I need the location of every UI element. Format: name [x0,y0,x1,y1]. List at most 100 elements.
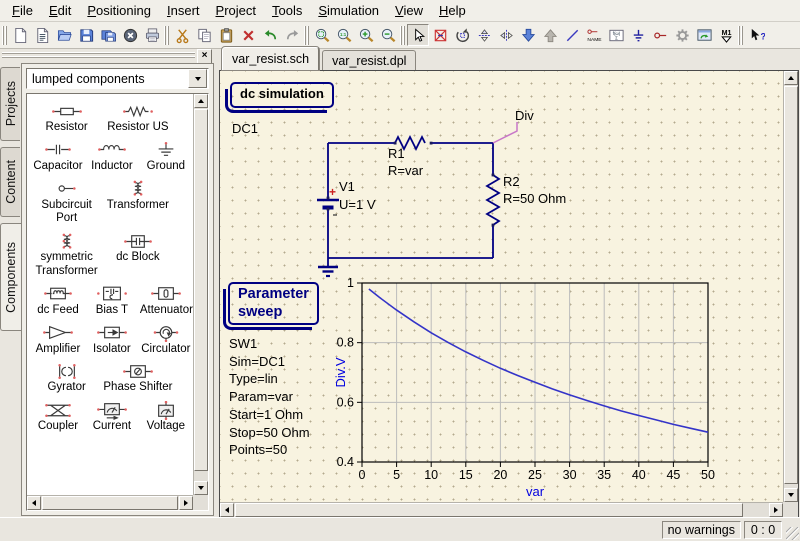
tab-projects[interactable]: Projects [0,67,20,141]
sweep-param-line[interactable]: SW1 [229,335,310,353]
component-resistor-us[interactable]: Resistor US [102,98,173,137]
component-phase-shifter[interactable]: Phase Shifter [102,358,173,397]
zoom-fit-button[interactable] [311,24,333,46]
palette-horizontal-scrollbar[interactable] [27,495,193,510]
component-subcircuit-port[interactable]: Subcircuit Port [31,176,102,229]
menu-edit[interactable]: Edit [41,1,79,20]
insert-wire-button[interactable] [561,24,583,46]
canvas-horizontal-scrollbar[interactable] [220,502,783,517]
menu-view[interactable]: View [387,1,431,20]
component-gyrator[interactable]: Gyrator [31,358,102,397]
sweep-param-line[interactable]: Start=1 Ohm [229,406,310,424]
r2-name-label[interactable]: R2 [503,174,520,189]
r2-value-label[interactable]: R=50 Ohm [503,191,566,206]
palette-vertical-scrollbar[interactable] [193,94,208,495]
sweep-param-line[interactable]: Points=50 [229,441,310,459]
new-text-file-button[interactable] [31,24,53,46]
zoom-out-button[interactable] [377,24,399,46]
zoom-1-1-button[interactable]: 1:1 [333,24,355,46]
component-isolator[interactable]: Isolator [85,320,139,359]
dock-close-button[interactable]: × [197,49,212,64]
menu-help[interactable]: Help [431,1,474,20]
new-file-button[interactable] [9,24,31,46]
rotate-button[interactable] [451,24,473,46]
set-marker-button[interactable]: M1 [715,24,737,46]
component-capacitor[interactable]: Capacitor [31,137,85,176]
select-button[interactable] [407,24,429,46]
scrollbar-thumb[interactable] [784,86,798,484]
component-symmetric-transformer[interactable]: symmetric Transformer [31,228,102,281]
go-into-subcircuit-button[interactable] [517,24,539,46]
tab-var-resist-sch[interactable]: var_resist.sch [222,47,319,70]
component-circulator[interactable]: Circulator [139,320,193,359]
component-ground[interactable]: Ground [139,137,193,176]
parameter-sweep-properties[interactable]: SW1Sim=DC1Type=linParam=varStart=1 OhmSt… [229,335,310,459]
menu-simulation[interactable]: Simulation [310,1,387,20]
copy-button[interactable] [193,24,215,46]
scroll-up-button[interactable] [194,94,208,108]
save-all-files-button[interactable] [97,24,119,46]
parameter-sweep-block[interactable]: Parameter sweep [228,282,319,325]
deactivate-button[interactable] [429,24,451,46]
menu-positioning[interactable]: Positioning [79,1,159,20]
cut-button[interactable] [171,24,193,46]
whats-this-help-button[interactable]: ? [745,24,767,46]
menu-project[interactable]: Project [208,1,264,20]
close-file-button[interactable] [119,24,141,46]
redo-button[interactable] [281,24,303,46]
node-label-div[interactable]: Div [515,108,534,123]
zoom-in-button[interactable] [355,24,377,46]
paste-button[interactable] [215,24,237,46]
save-file-button[interactable] [75,24,97,46]
resize-grip[interactable] [786,527,799,540]
scrollbar-thumb[interactable] [194,109,208,471]
combo-dropdown-button[interactable] [188,69,207,88]
component-attenuator[interactable]: Attenuator [139,281,193,320]
dock-drag-handle[interactable] [2,51,195,60]
mirror-x-button[interactable] [473,24,495,46]
undo-button[interactable] [259,24,281,46]
component-category-select[interactable]: lumped components [26,68,209,89]
insert-equation-button[interactable]: f(ω)Σ [605,24,627,46]
schematic-canvas[interactable]: dc simulation DC1 [220,71,783,502]
component-dc-feed[interactable]: dc Feed [31,281,85,320]
component-transformer[interactable]: Transformer [102,176,173,229]
tab-components[interactable]: Components [0,223,21,331]
open-file-button[interactable] [53,24,75,46]
scroll-left-button[interactable] [27,496,41,510]
toolbar-handle[interactable] [400,26,405,45]
v1-value-label[interactable]: U=1 V [339,197,376,212]
sweep-param-line[interactable]: Type=lin [229,370,310,388]
sweep-param-line[interactable]: Param=var [229,388,310,406]
component-current-meter[interactable]: Current [85,397,139,436]
pop-out-button[interactable] [539,24,561,46]
scroll-right-button[interactable] [769,503,783,517]
node-label-wire[interactable] [493,122,517,143]
scroll-left-button[interactable] [220,503,234,517]
component-dc-block[interactable]: dc Block [102,228,173,281]
scroll-down-button[interactable] [784,488,798,502]
scroll-up-button[interactable] [784,71,798,85]
tab-content[interactable]: Content [0,147,20,217]
sweep-param-line[interactable]: Sim=DC1 [229,353,310,371]
menu-insert[interactable]: Insert [159,1,208,20]
insert-port-button[interactable] [649,24,671,46]
component-amplifier[interactable]: Amplifier [31,320,85,359]
mirror-y-button[interactable] [495,24,517,46]
component-inductor[interactable]: Inductor [85,137,139,176]
canvas-vertical-scrollbar[interactable] [783,71,798,502]
toolbar-handle[interactable] [2,26,7,45]
tab-var-resist-dpl[interactable]: var_resist.dpl [322,50,416,70]
parameter-sweep-chart[interactable]: 051015202530354045500.40.60.81varDiv.V [334,277,719,502]
dc-simulation-block[interactable]: dc simulation [230,82,334,108]
scroll-right-button[interactable] [179,496,193,510]
resistor-r2-symbol[interactable] [487,175,499,225]
simulate-button[interactable] [671,24,693,46]
scrollbar-thumb[interactable] [42,496,178,510]
component-coupler[interactable]: Coupler [31,397,85,436]
v1-name-label[interactable]: V1 [339,179,355,194]
insert-label-button[interactable]: NAME [583,24,605,46]
scrollbar-thumb[interactable] [235,503,743,517]
print-file-button[interactable] [141,24,163,46]
toolbar-handle[interactable] [738,26,743,45]
